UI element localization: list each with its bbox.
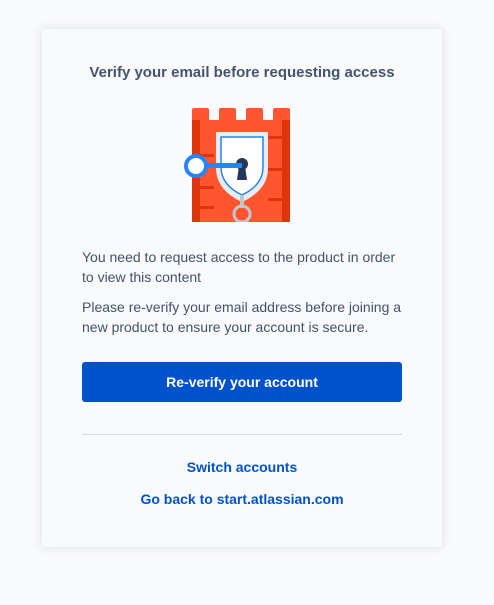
go-back-link[interactable]: Go back to start.atlassian.com xyxy=(82,489,402,509)
reverify-account-button[interactable]: Re-verify your account xyxy=(82,362,402,402)
divider xyxy=(82,434,402,435)
switch-accounts-link[interactable]: Switch accounts xyxy=(82,457,402,477)
dialog-title: Verify your email before requesting acce… xyxy=(89,64,395,81)
verify-email-card: Verify your email before requesting acce… xyxy=(42,29,442,547)
locked-castle-with-key-icon xyxy=(184,108,290,222)
reverify-message: Please re-verify your email address befo… xyxy=(82,299,402,335)
access-request-message: You need to request access to the produc… xyxy=(82,249,396,285)
